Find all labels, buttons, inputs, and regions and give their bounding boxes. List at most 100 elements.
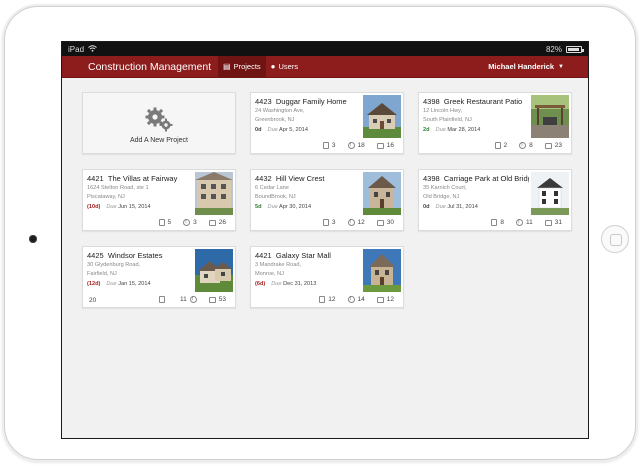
docs-count: 2 <box>503 142 508 149</box>
days-badge: (12d) <box>87 281 101 287</box>
messages-count: 30 <box>386 219 394 226</box>
project-photo <box>531 172 569 215</box>
days-badge: (10d) <box>87 204 101 210</box>
project-title: 4432 Hill View Crest <box>255 174 361 183</box>
project-name: Hill View Crest <box>275 174 325 183</box>
battery-percent: 82% <box>545 44 562 54</box>
project-address2: Greenbrook, NJ <box>255 117 295 123</box>
due-date: Dec 31, 2013 <box>283 281 317 287</box>
project-photo <box>363 95 401 138</box>
project-card[interactable]: 4421 The Villas at Fairway 1624 Stelton … <box>82 169 236 231</box>
nav-users[interactable]: ● Users <box>266 56 303 77</box>
main-nav: ▤ Projects ● Users <box>218 56 303 77</box>
days-badge: 5d <box>255 204 262 210</box>
project-card[interactable]: 4398 Greek Restaurant Patio 12 Lincoln H… <box>418 92 572 154</box>
project-address2: Fairfield, NJ <box>87 271 117 277</box>
due-label: Due <box>435 127 446 133</box>
home-button[interactable] <box>601 225 629 253</box>
project-address1: 12 Lincoln Hwy, <box>423 108 463 114</box>
project-address1: 3 Mandrake Road, <box>255 262 302 268</box>
due-label: Due <box>267 127 278 133</box>
project-id: 4421 <box>87 174 104 183</box>
document-icon <box>319 296 326 303</box>
due-date: Jul 31, 2014 <box>447 204 478 210</box>
document-icon <box>491 219 498 226</box>
alerts-count: 18 <box>357 142 365 149</box>
due-date: Jun 15, 2014 <box>118 204 151 210</box>
alert-icon <box>183 219 191 226</box>
project-address2: Old Bridge, NJ <box>423 194 460 200</box>
alerts-count: 14 <box>357 296 365 303</box>
document-icon <box>494 142 501 149</box>
messages-count: 31 <box>554 219 562 226</box>
project-address1: 24 Washington Ave, <box>255 108 305 114</box>
project-name: Windsor Estates <box>107 251 163 260</box>
project-photo <box>363 249 401 292</box>
device-label: iPad <box>68 44 85 54</box>
project-title: 4423 Duggar Family Home <box>255 97 361 106</box>
wifi-icon <box>88 44 97 54</box>
alerts-count: 11 <box>180 296 187 303</box>
message-icon <box>376 142 384 149</box>
alert-icon <box>347 296 355 303</box>
document-icon <box>158 219 165 226</box>
screen: iPad 82% Construction Management ▤ Proje… <box>61 41 589 439</box>
gears-icon <box>145 107 173 131</box>
document-icon <box>322 142 329 149</box>
project-id: 4398 <box>423 97 440 106</box>
project-id: 4425 <box>87 251 104 260</box>
project-title: 4425 Windsor Estates <box>87 251 193 260</box>
project-id: 4432 <box>255 174 272 183</box>
alerts-count: 8 <box>529 142 533 149</box>
project-card[interactable]: 4421 Galaxy Star Mall 3 Mandrake Road, M… <box>250 246 404 308</box>
message-icon <box>208 296 216 303</box>
battery-icon <box>566 45 584 53</box>
messages-count: 53 <box>218 296 226 303</box>
project-address2: BoundBrook, NJ <box>255 194 296 200</box>
project-title: 4398 Greek Restaurant Patio <box>423 97 529 106</box>
days-badge: 0d <box>255 127 262 133</box>
messages-count: 23 <box>554 142 562 149</box>
days-badge: 0d <box>423 204 430 210</box>
project-name: Duggar Family Home <box>275 97 347 106</box>
message-icon <box>544 142 552 149</box>
project-title: 4421 The Villas at Fairway <box>87 174 193 183</box>
project-id: 4421 <box>255 251 272 260</box>
alerts-count: 11 <box>526 219 533 226</box>
project-address1: 1624 Stelton Road, ste 1 <box>87 185 149 191</box>
message-icon <box>376 296 384 303</box>
project-photo <box>363 172 401 215</box>
docs-count: 3 <box>331 142 336 149</box>
chevron-down-icon: ▼ <box>558 63 564 70</box>
front-camera <box>29 235 37 243</box>
alert-icon <box>347 142 355 149</box>
due-label: Due <box>271 281 282 287</box>
project-card[interactable]: 4432 Hill View Crest 6 Cedar Lane BoundB… <box>250 169 404 231</box>
project-photo <box>531 95 569 138</box>
project-title: 4421 Galaxy Star Mall <box>255 251 361 260</box>
project-photo <box>195 172 233 215</box>
project-title: 4398 Carriage Park at Old Bridge <box>423 174 529 183</box>
alert-icon <box>516 219 524 226</box>
messages-count: 26 <box>218 219 226 226</box>
messages-count: 12 <box>386 296 394 303</box>
project-card[interactable]: 4425 Windsor Estates 30 Glydenburg Road,… <box>82 246 236 308</box>
days-badge: (6d) <box>255 281 266 287</box>
project-card[interactable]: 4423 Duggar Family Home 24 Washington Av… <box>250 92 404 154</box>
project-address1: 30 Glydenburg Road, <box>87 262 141 268</box>
message-icon <box>376 219 384 226</box>
due-date: Apr 5, 2014 <box>279 127 308 133</box>
user-menu[interactable]: Michael Handerick ▼ <box>488 62 588 71</box>
ipad-frame: iPad 82% Construction Management ▤ Proje… <box>4 6 636 460</box>
add-project-card[interactable]: Add A New Project <box>82 92 236 154</box>
project-name: Greek Restaurant Patio <box>443 97 523 106</box>
alerts-count: 12 <box>357 219 365 226</box>
due-label: Due <box>267 204 278 210</box>
status-bar: iPad 82% <box>62 42 588 56</box>
project-card[interactable]: 4398 Carriage Park at Old Bridge 35 Karn… <box>418 169 572 231</box>
due-date: Apr 30, 2014 <box>279 204 312 210</box>
project-grid: Add A New Project 4423 Duggar Family Hom… <box>82 92 572 308</box>
nav-projects[interactable]: ▤ Projects <box>218 56 266 77</box>
project-id: 4398 <box>423 174 440 183</box>
user-icon: ● <box>270 62 276 71</box>
